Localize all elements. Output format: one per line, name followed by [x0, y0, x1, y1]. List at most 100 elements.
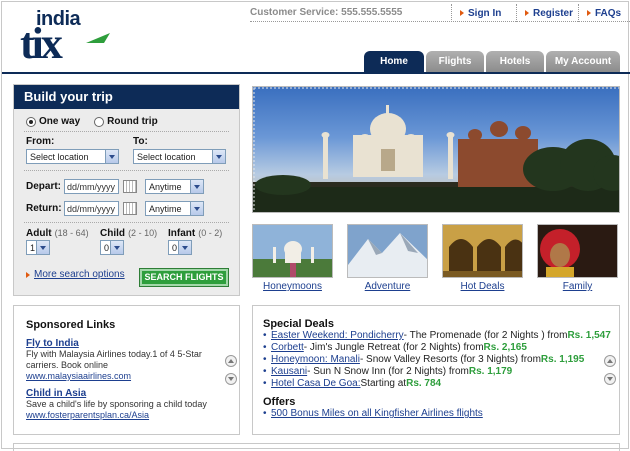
honeymoons-image[interactable]: [252, 224, 333, 278]
deal-text: Starting at: [360, 378, 407, 389]
calendar-icon[interactable]: [123, 180, 137, 193]
faqs-link[interactable]: FAQs: [578, 4, 630, 22]
adventure-label[interactable]: Adventure: [365, 281, 411, 292]
sponsored-item-title[interactable]: Fly to India: [26, 338, 216, 349]
deals-list: • Easter Weekend: Pondicherry - The Prome…: [263, 330, 611, 390]
round-trip-radio[interactable]: [94, 116, 105, 127]
special-deals-title: Special Deals: [263, 318, 334, 330]
more-search-options-link[interactable]: More search options: [26, 269, 125, 280]
thumb-family[interactable]: Family: [537, 224, 618, 292]
deal-price: Rs. 1,195: [540, 354, 585, 365]
scroll-down-icon[interactable]: [225, 373, 237, 385]
arrow-right-icon: [587, 10, 591, 16]
search-flights-button[interactable]: SEARCH FLIGHTS: [139, 268, 229, 287]
category-thumbnails: Honeymoons Adventure Hot Deals Family: [252, 224, 618, 292]
from-select[interactable]: Select location: [26, 149, 119, 164]
nav-divider: [2, 72, 630, 74]
deal-item: • Easter Weekend: Pondicherry - The Prome…: [263, 330, 611, 342]
sponsored-item-url[interactable]: www.fosterparentsplan.ca/Asia: [26, 410, 216, 420]
deal-link[interactable]: Corbett: [271, 342, 304, 354]
sponsored-item-url[interactable]: www.malaysiaairlines.com: [26, 371, 216, 381]
sponsored-item: Fly to India Fly with Malaysia Airlines …: [26, 338, 216, 381]
infant-select[interactable]: 0: [168, 240, 192, 255]
sponsored-links-title: Sponsored Links: [26, 319, 116, 331]
infant-range: (0 - 2): [198, 228, 223, 238]
hot-deals-label[interactable]: Hot Deals: [461, 281, 505, 292]
sponsored-item-title[interactable]: Child in Asia: [26, 388, 216, 399]
top-links: Sign In Register FAQs: [451, 4, 630, 22]
from-label: From:: [26, 136, 55, 147]
tab-home[interactable]: Home: [364, 51, 424, 72]
depart-date-input[interactable]: dd/mm/yyyy: [64, 179, 119, 194]
infant-label-group: Infant (0 - 2): [168, 227, 222, 239]
return-time-select[interactable]: Anytime: [145, 201, 204, 216]
deal-price: Rs. 784: [406, 378, 442, 389]
thumb-honeymoons[interactable]: Honeymoons: [252, 224, 333, 292]
child-label-group: Child (2 - 10): [100, 227, 168, 239]
calendar-icon[interactable]: [123, 202, 137, 215]
return-label: Return:: [26, 203, 62, 214]
deal-item: • Hotel Casa De Goa: Starting at Rs. 784: [263, 378, 442, 390]
child-value: 0: [104, 242, 110, 253]
tab-my-account[interactable]: My Account: [546, 51, 620, 72]
deals-scroll: [604, 355, 616, 385]
scroll-up-icon[interactable]: [225, 355, 237, 367]
depart-time-select[interactable]: Anytime: [145, 179, 204, 194]
offer-item: • 500 Bonus Miles on all Kingfisher Airli…: [263, 408, 483, 420]
adult-select[interactable]: 1: [26, 240, 50, 255]
sponsored-links-panel: Sponsored Links Fly to India Fly with Ma…: [13, 305, 240, 435]
chevron-down-icon: [190, 202, 203, 215]
thumb-hot-deals[interactable]: Hot Deals: [442, 224, 523, 292]
sign-in-label: Sign In: [468, 7, 502, 19]
customer-service: Customer Service: 555.555.5555: [250, 7, 403, 18]
divider: [24, 222, 229, 223]
family-image[interactable]: [537, 224, 618, 278]
deal-item: • Corbett - Jim's Jungle Retreat (for 2 N…: [263, 342, 527, 354]
build-trip-panel: Build your trip One way Round trip From:…: [13, 84, 240, 296]
logo-tix: tix: [20, 19, 63, 68]
from-select-value: Select location: [30, 151, 89, 162]
adult-label: Adult: [26, 228, 52, 239]
deal-link[interactable]: Hotel Casa De Goa:: [271, 378, 361, 390]
chevron-down-icon: [190, 180, 203, 193]
from-to-selects: Select location Select location: [26, 149, 226, 164]
honeymoons-label[interactable]: Honeymoons: [263, 281, 322, 292]
build-trip-title: Build your trip: [14, 85, 239, 109]
hot-deals-image[interactable]: [442, 224, 523, 278]
to-select[interactable]: Select location: [133, 149, 226, 164]
child-label: Child: [100, 228, 125, 239]
deal-link[interactable]: Honeymoon: Manali: [271, 354, 360, 366]
thumb-adventure[interactable]: Adventure: [347, 224, 428, 292]
one-way-radio[interactable]: [26, 116, 36, 127]
adventure-image[interactable]: [347, 224, 428, 278]
adult-range: (18 - 64): [54, 228, 89, 238]
round-trip-label: Round trip: [107, 116, 158, 127]
infant-label: Infant: [168, 228, 196, 239]
logo[interactable]: india tix: [20, 8, 116, 70]
special-deals-panel: Special Deals • Easter Weekend: Pondicher…: [252, 305, 620, 435]
tab-hotels[interactable]: Hotels: [486, 51, 544, 72]
offer-link[interactable]: 500 Bonus Miles on all Kingfisher Airlin…: [271, 408, 483, 420]
passenger-selects: 1 0 0: [26, 240, 192, 255]
child-select[interactable]: 0: [100, 240, 124, 255]
child-range: (2 - 10): [128, 228, 158, 238]
register-link[interactable]: Register: [516, 4, 578, 22]
deal-link[interactable]: Easter Weekend: Pondicherry: [271, 330, 404, 342]
scroll-up-icon[interactable]: [604, 355, 616, 367]
sign-in-link[interactable]: Sign In: [451, 4, 516, 22]
to-label: To:: [133, 136, 148, 147]
deal-link[interactable]: Kausani: [271, 366, 307, 378]
to-select-value: Select location: [137, 151, 196, 162]
chevron-down-icon: [212, 150, 225, 163]
trip-type-row: One way Round trip: [26, 116, 158, 127]
return-date-input[interactable]: dd/mm/yyyy: [64, 201, 119, 216]
deal-item: • Kausani - Sun N Snow Inn (for 2 Nights)…: [263, 366, 513, 378]
scroll-down-icon[interactable]: [604, 373, 616, 385]
taj-mahal-illustration: [253, 87, 619, 212]
tab-flights[interactable]: Flights: [426, 51, 484, 72]
arrow-right-icon: [460, 10, 464, 16]
page: india tix Customer Service: 555.555.5555…: [1, 1, 630, 451]
sponsored-item-text: Fly with Malaysia Airlines today.1 of 4 …: [26, 349, 202, 370]
register-label: Register: [533, 7, 574, 19]
family-label[interactable]: Family: [563, 281, 592, 292]
